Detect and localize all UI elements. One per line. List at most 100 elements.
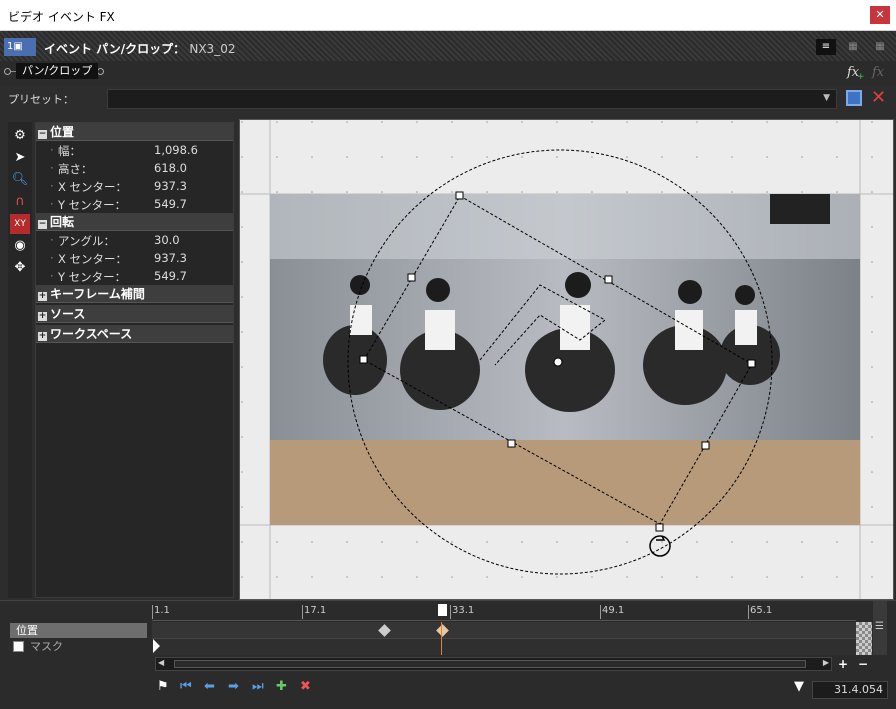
keyframe-marker-selected[interactable] [436, 624, 449, 637]
timeline-hscroll[interactable]: ◀ ▶ [155, 657, 832, 671]
scroll-left-icon[interactable]: ◀ [158, 658, 164, 667]
tool-strip: ⚙ ➤ 🔍︎ ∩ XY ◉ ✥ [8, 122, 32, 598]
expand-icon[interactable]: + [38, 312, 47, 321]
pan-crop-workspace[interactable] [239, 119, 894, 600]
prop-label: 幅： [50, 143, 81, 159]
prop-value[interactable]: 618.0 [154, 161, 187, 175]
track-mask[interactable]: マスク [10, 638, 147, 655]
prop-label: Y センター： [50, 269, 126, 285]
delete-preset-icon[interactable]: ✕ [871, 87, 886, 108]
view-list-button[interactable]: ≡ [816, 39, 836, 55]
prop-row: 幅： 1,098.6 [36, 141, 233, 159]
scroll-thumb[interactable] [174, 660, 806, 668]
next-keyframe-icon[interactable]: ➡ [228, 679, 239, 694]
gear-icon[interactable]: ⚙ [10, 126, 30, 146]
prop-value[interactable]: 937.3 [154, 251, 187, 265]
add-plus-icon: + [857, 72, 865, 82]
prop-label: 高さ： [50, 161, 92, 177]
section-title: ワークスペース [50, 327, 133, 341]
expand-icon[interactable]: + [38, 292, 47, 301]
pointer-icon[interactable]: ➤ [10, 148, 30, 168]
prop-value[interactable]: 30.0 [154, 233, 180, 247]
tick-label: 65.1 [747, 605, 773, 619]
mask-lane[interactable] [152, 639, 856, 655]
mask-checkbox[interactable] [13, 641, 24, 652]
move-icon[interactable]: ✥ [10, 258, 30, 278]
playhead-line [441, 622, 442, 655]
track-position[interactable]: 位置 [10, 623, 147, 638]
last-keyframe-icon[interactable]: ⏭ [252, 679, 264, 694]
prop-row: Y センター： 549.7 [36, 195, 233, 213]
menu-icon[interactable]: ☰ [875, 621, 884, 632]
prop-value[interactable]: 1,098.6 [154, 143, 198, 157]
window-titlebar: ビデオ イベント FX ✕ [0, 0, 896, 31]
close-button[interactable]: ✕ [870, 6, 890, 24]
expand-icon[interactable]: + [38, 332, 47, 341]
prop-label: Y センター： [50, 197, 126, 213]
plugin-chain: パン/クロップ fx + fx [0, 61, 896, 85]
first-keyframe-icon[interactable]: ⏮ [180, 679, 192, 694]
event-label: イベント パン/クロップ： [44, 42, 186, 56]
view-grid2-button[interactable]: ▦ [870, 39, 890, 55]
cursor-marker-icon: ▼ [794, 679, 804, 694]
playhead-handle[interactable] [438, 604, 447, 616]
event-name: イベント パン/クロップ： NX3_02 [44, 40, 235, 57]
keyframe-marker[interactable] [378, 624, 391, 637]
center-icon[interactable]: ◉ [10, 236, 30, 256]
sync-cursor-icon[interactable]: ⚑ [157, 679, 169, 694]
section-keyframe-interp[interactable]: + キーフレーム補間 [36, 285, 233, 303]
prev-keyframe-icon[interactable]: ⬅ [204, 679, 215, 694]
section-source[interactable]: + ソース [36, 305, 233, 323]
section-position[interactable]: − 位置 [36, 123, 233, 141]
zoom-icon[interactable]: 🔍︎ [10, 170, 30, 190]
prop-row: 高さ： 618.0 [36, 159, 233, 177]
prop-label: アングル： [50, 233, 115, 249]
prop-value[interactable]: 549.7 [154, 269, 187, 283]
section-title: 位置 [50, 125, 75, 139]
preset-label: プリセット： [8, 93, 74, 106]
event-id: NX3_02 [189, 42, 236, 56]
save-preset-icon[interactable] [846, 90, 862, 106]
workspace-svg [240, 120, 893, 599]
chain-start-dot [4, 68, 11, 75]
delete-keyframe-icon[interactable]: ✖ [300, 679, 311, 694]
prop-label: X センター： [50, 251, 127, 267]
add-keyframe-icon[interactable]: ✚ [276, 679, 287, 694]
lock-aspect-icon[interactable]: XY [10, 214, 30, 234]
track-list: 位置 マスク [10, 623, 147, 657]
timeline-ruler[interactable]: 1.1 17.1 33.1 49.1 65.1 [152, 603, 856, 621]
event-header: 1▣ イベント パン/クロップ： NX3_02 ≡ ▦ ▦ [0, 31, 896, 61]
tick-label: 49.1 [599, 605, 625, 619]
section-title: 回転 [50, 215, 75, 229]
collapse-icon[interactable]: − [38, 130, 47, 139]
zoom-out-button[interactable]: − [858, 657, 868, 671]
tick-label: 17.1 [301, 605, 327, 619]
preset-dropdown[interactable]: ▼ [107, 89, 837, 109]
window-title: ビデオ イベント FX [8, 10, 115, 24]
section-title: ソース [50, 307, 86, 321]
prop-value[interactable]: 937.3 [154, 179, 187, 193]
current-time-field[interactable]: 31.4.054 [812, 681, 888, 699]
plugin-pan-crop[interactable]: パン/クロップ [16, 63, 99, 79]
view-grid-button[interactable]: ▦ [843, 39, 863, 55]
chevron-down-icon: ▼ [823, 93, 830, 103]
mask-label: マスク [30, 640, 63, 653]
video-frame [270, 194, 860, 525]
section-workspace[interactable]: + ワークスペース [36, 325, 233, 343]
magnet-icon[interactable]: ∩ [10, 192, 30, 212]
zoom-in-button[interactable]: + [838, 657, 848, 671]
event-fx-badge[interactable]: 1▣ [4, 38, 36, 56]
prop-value[interactable]: 549.7 [154, 197, 187, 211]
start-marker-icon [153, 639, 160, 653]
properties-panel: −位置 幅：1,098.6 高さ：618.0 X センター：937.3 Y セン… [35, 122, 234, 598]
prop-row: X センター： 937.3 [36, 249, 233, 267]
section-rotation[interactable]: − 回転 [36, 213, 233, 231]
section-title: キーフレーム補間 [50, 287, 145, 301]
collapse-icon[interactable]: − [38, 220, 47, 229]
prop-label: X センター： [50, 179, 127, 195]
remove-fx-icon[interactable]: fx [872, 65, 884, 80]
scroll-right-icon[interactable]: ▶ [823, 658, 829, 667]
timeline-vscroll[interactable]: ☰ [873, 601, 887, 655]
keyframe-lane[interactable] [152, 622, 856, 639]
center-handle[interactable] [553, 357, 563, 367]
